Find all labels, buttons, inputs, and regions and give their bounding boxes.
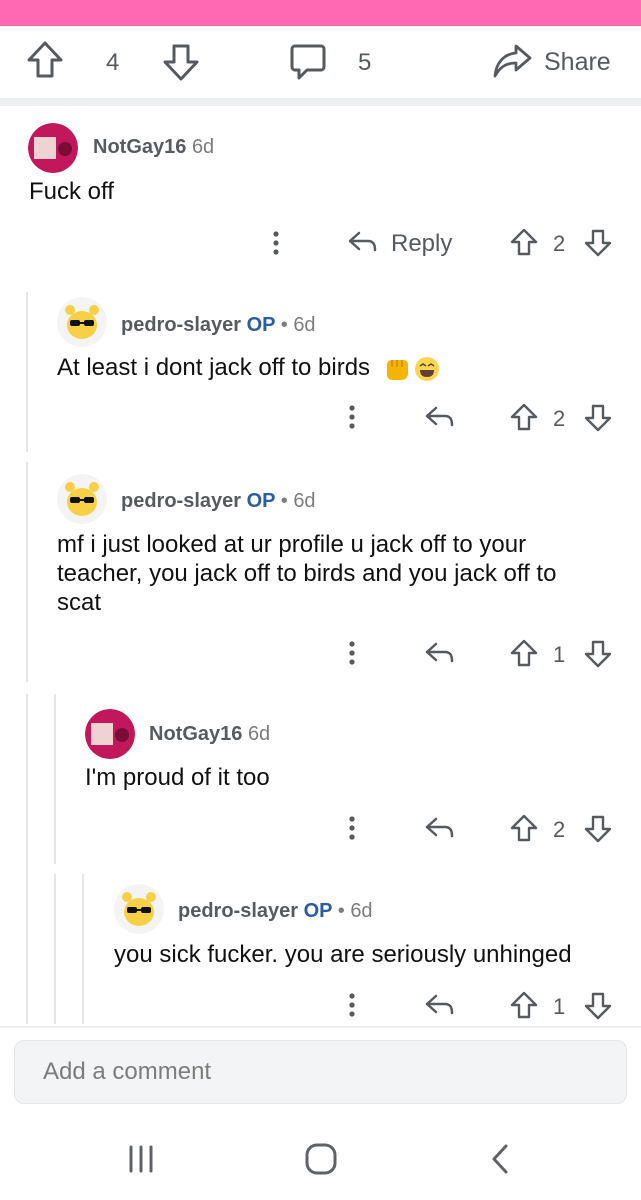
comment-vote-count: 2 — [553, 817, 566, 842]
avatar[interactable] — [28, 123, 78, 173]
comment-age: 6d — [293, 490, 316, 512]
recent-apps-icon[interactable] — [127, 1144, 155, 1174]
more-options-icon[interactable] — [342, 988, 362, 1022]
comment-age: 6d — [191, 136, 215, 158]
section-divider — [0, 98, 641, 106]
op-badge: OP — [303, 900, 333, 922]
avatar[interactable] — [114, 884, 164, 934]
reply-arrow-icon[interactable] — [423, 639, 455, 667]
top-accent-bar — [0, 0, 641, 26]
meta-separator: • — [337, 900, 345, 922]
comment-body: I'm proud of it too — [85, 764, 270, 791]
downvote-icon[interactable] — [584, 228, 612, 258]
reply-button[interactable]: Reply — [391, 230, 452, 258]
comment-author[interactable]: pedro-slayer OP • 6d — [121, 490, 316, 513]
comment-vote-count: 1 — [553, 994, 566, 1019]
username[interactable]: pedro-slayer — [121, 314, 241, 336]
back-icon[interactable] — [488, 1143, 512, 1175]
post-vote-count: 4 — [106, 49, 120, 76]
upvote-icon[interactable] — [510, 638, 538, 668]
comment-age: 6d — [293, 314, 316, 336]
comment: pedro-slayer OP • 6d you sick fucker. yo… — [0, 874, 641, 1026]
post-action-bar: 4 5 Share — [0, 26, 641, 98]
username[interactable]: NotGay16 — [93, 136, 186, 158]
comment-author[interactable]: NotGay16 6d — [93, 136, 214, 159]
username[interactable]: pedro-slayer — [178, 900, 298, 922]
comment-bubble-icon[interactable] — [290, 43, 326, 81]
more-options-icon[interactable] — [342, 811, 362, 845]
comment: NotGay16 6d Fuck off Reply 2 — [0, 106, 641, 276]
downvote-icon[interactable] — [584, 403, 612, 433]
add-comment-input[interactable] — [15, 1041, 626, 1103]
upvote-icon[interactable] — [510, 402, 538, 432]
meta-separator: • — [280, 314, 288, 336]
reply-arrow-icon[interactable] — [423, 403, 455, 431]
downvote-icon[interactable] — [162, 42, 200, 82]
share-arrow-icon[interactable] — [492, 43, 532, 79]
comment-vote-count: 1 — [553, 642, 566, 667]
op-badge: OP — [246, 490, 276, 512]
composer-divider — [0, 1026, 641, 1028]
more-options-icon[interactable] — [342, 636, 362, 670]
reply-arrow-icon[interactable] — [346, 228, 378, 256]
comment-vote-count: 2 — [553, 406, 566, 431]
avatar[interactable] — [85, 709, 135, 759]
share-button[interactable]: Share — [544, 48, 611, 77]
avatar[interactable] — [57, 297, 107, 347]
avatar[interactable] — [57, 474, 107, 524]
username[interactable]: pedro-slayer — [121, 490, 241, 512]
reply-arrow-icon[interactable] — [423, 814, 455, 842]
comment-body: Fuck off — [29, 178, 114, 205]
comment-body: you sick fucker. you are seriously unhin… — [114, 941, 572, 968]
comment-author[interactable]: pedro-slayer OP • 6d — [121, 314, 316, 337]
fist-icon — [383, 355, 413, 383]
comment-age: 6d — [350, 900, 373, 922]
comment-line: teacher, you jack off to birds and you j… — [57, 560, 557, 587]
upvote-icon[interactable] — [26, 40, 64, 80]
comment: NotGay16 6d I'm proud of it too 2 — [0, 694, 641, 874]
comment-text: At least i dont jack off to birds — [57, 354, 371, 381]
comment-count: 5 — [358, 49, 372, 76]
home-icon[interactable] — [304, 1142, 338, 1176]
comment: pedro-slayer OP • 6d At least i dont jac… — [0, 285, 641, 460]
more-options-icon[interactable] — [266, 226, 286, 260]
upvote-icon[interactable] — [510, 813, 538, 843]
reply-arrow-icon[interactable] — [423, 991, 455, 1019]
laughing-emoji-icon — [413, 355, 441, 383]
upvote-icon[interactable] — [510, 990, 538, 1020]
comment-body: At least i dont jack off to birds — [57, 353, 441, 383]
downvote-icon[interactable] — [584, 814, 612, 844]
comment: pedro-slayer OP • 6d mf i just looked at… — [0, 462, 641, 694]
downvote-icon[interactable] — [584, 639, 612, 669]
comment-line: scat — [57, 589, 102, 616]
system-nav-bar — [0, 1120, 641, 1200]
comment-body: mf i just looked at ur profile u jack of… — [57, 530, 556, 617]
comment-line: mf i just looked at ur profile u jack of… — [57, 531, 527, 558]
comment-age: 6d — [247, 723, 271, 745]
downvote-icon[interactable] — [584, 991, 612, 1021]
upvote-icon[interactable] — [510, 227, 538, 257]
op-badge: OP — [246, 314, 276, 336]
comment-author[interactable]: NotGay16 6d — [149, 723, 270, 746]
meta-separator: • — [280, 490, 288, 512]
comment-vote-count: 2 — [553, 231, 566, 256]
add-comment-box[interactable] — [14, 1040, 627, 1104]
username[interactable]: NotGay16 — [149, 723, 242, 745]
more-options-icon[interactable] — [342, 400, 362, 434]
comment-author[interactable]: pedro-slayer OP • 6d — [178, 900, 373, 923]
